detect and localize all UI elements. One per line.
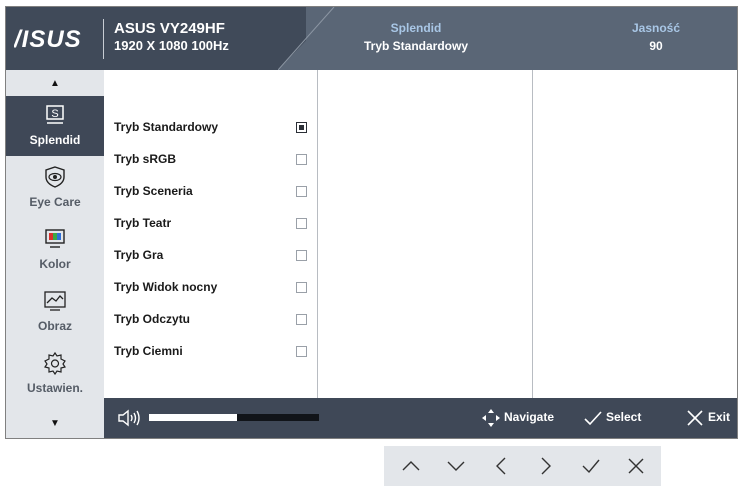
down-icon[interactable] (446, 456, 466, 476)
logo-divider (103, 19, 104, 59)
mode-darkroom[interactable]: Tryb Ciemni (114, 344, 183, 358)
mode-darkroom-checkbox[interactable] (296, 346, 307, 357)
header-slant (278, 7, 338, 70)
volume-slider-fill (149, 414, 237, 421)
brightness-status-label: Jasność (631, 21, 681, 35)
header: /ISUS ASUS VY249HF 1920 X 1080 100Hz Spl… (6, 7, 737, 70)
mode-scenery-checkbox[interactable] (296, 186, 307, 197)
osd-window: /ISUS ASUS VY249HF 1920 X 1080 100Hz Spl… (5, 6, 738, 439)
sidebar-item-label: Kolor (39, 257, 71, 271)
mode-game-checkbox[interactable] (296, 250, 307, 261)
asus-logo: /ISUS (13, 21, 94, 57)
mode-srgb[interactable]: Tryb sRGB (114, 152, 176, 166)
settings-icon (44, 351, 66, 375)
sidebar-scroll-up-icon[interactable]: ▲ (6, 78, 104, 89)
sidebar-item-label: Splendid (29, 133, 81, 147)
bottom-bar: Navigate Select Exit (104, 398, 737, 438)
check-icon (584, 411, 602, 426)
mode-game[interactable]: Tryb Gra (114, 248, 163, 262)
mode-reading[interactable]: Tryb Odczytu (114, 312, 190, 326)
navigate-icon (482, 409, 500, 427)
brightness-status: Jasność 90 (606, 21, 706, 54)
check-icon[interactable] (581, 456, 601, 476)
svg-text:S: S (51, 108, 58, 120)
navigate-hint: Navigate (504, 410, 555, 424)
sidebar-item-eye-care[interactable]: Eye Care (6, 158, 104, 218)
select-hint: Select (606, 410, 642, 424)
hardware-key-strip (384, 446, 661, 486)
mode-standard-checkbox[interactable] (296, 122, 307, 133)
sidebar-item-label: Obraz (37, 319, 72, 333)
splendid-status: Splendid Tryb Standardowy (346, 21, 486, 54)
eye-care-icon (45, 166, 65, 188)
exit-hint: Exit (708, 410, 731, 424)
up-icon[interactable] (401, 456, 421, 476)
volume-icon (118, 409, 140, 427)
volume-slider[interactable] (149, 414, 319, 421)
splendid-status-label: Splendid (390, 21, 442, 35)
sidebar-item-settings[interactable]: Ustawien. (6, 344, 104, 404)
mode-reading-checkbox[interactable] (296, 314, 307, 325)
sidebar: ▲ S Splendid Eye Care Kolor Obraz Ustawi… (6, 70, 104, 438)
mode-standard[interactable]: Tryb Standardowy (114, 120, 218, 134)
mode-srgb-checkbox[interactable] (296, 154, 307, 165)
svg-text:/ISUS: /ISUS (14, 26, 82, 53)
mode-theater-checkbox[interactable] (296, 218, 307, 229)
sidebar-item-splendid[interactable]: S Splendid (6, 96, 104, 156)
sidebar-item-image[interactable]: Obraz (6, 282, 104, 342)
mode-theater[interactable]: Tryb Teatr (114, 216, 171, 230)
mode-night-view-checkbox[interactable] (296, 282, 307, 293)
resolution-info: 1920 X 1080 100Hz (114, 38, 229, 53)
mode-night-view[interactable]: Tryb Widok nocny (114, 280, 217, 294)
sidebar-item-color[interactable]: Kolor (6, 220, 104, 280)
close-icon (687, 410, 703, 426)
model-name: ASUS VY249HF (114, 20, 225, 37)
left-icon[interactable] (491, 456, 511, 476)
close-icon[interactable] (626, 456, 646, 476)
column-divider (532, 70, 533, 398)
image-icon (44, 291, 66, 311)
brightness-status-value: 90 (649, 39, 663, 53)
sidebar-scroll-down-icon[interactable]: ▼ (6, 418, 104, 429)
splendid-status-value: Tryb Standardowy (363, 39, 469, 53)
content-panel: Tryb Standardowy Tryb sRGB Tryb Sceneria… (104, 70, 737, 398)
splendid-icon: S (46, 105, 64, 124)
mode-scenery[interactable]: Tryb Sceneria (114, 184, 193, 198)
sidebar-item-label: Eye Care (29, 195, 81, 209)
column-divider (317, 70, 318, 398)
sidebar-item-label: Ustawien. (26, 381, 83, 395)
color-icon (45, 229, 65, 248)
right-icon[interactable] (536, 456, 556, 476)
